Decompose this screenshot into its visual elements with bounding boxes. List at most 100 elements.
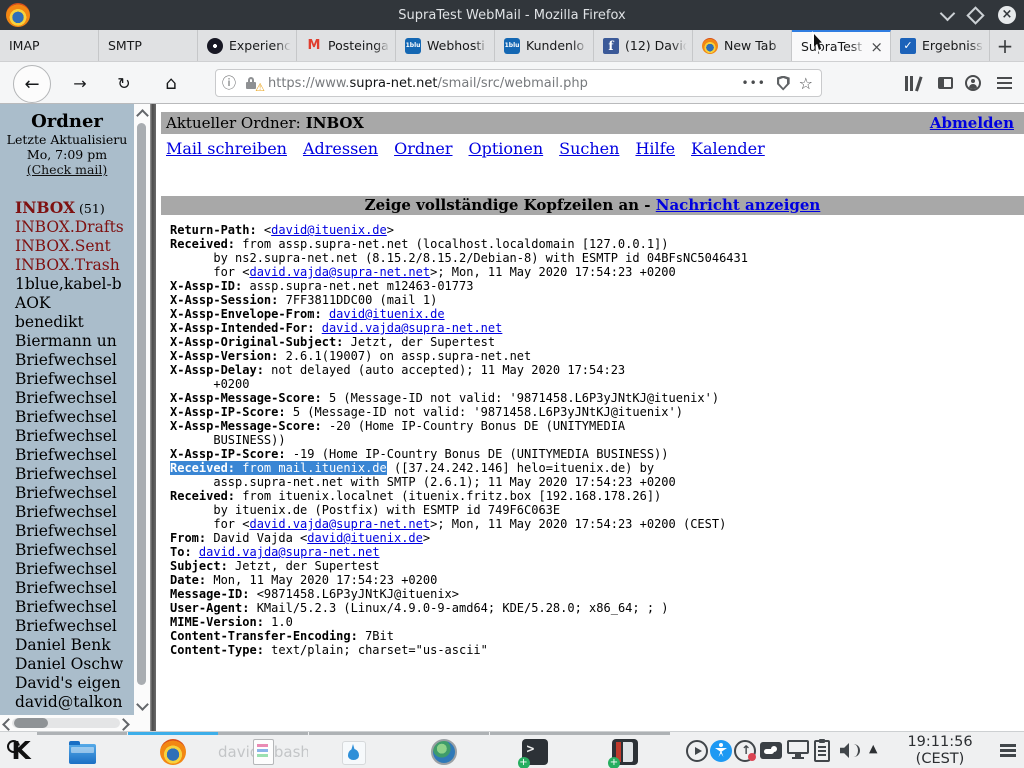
folder-link-biermann-un[interactable]: Biermann un: [15, 332, 134, 351]
task-button-document[interactable]: david : bash: [218, 732, 308, 768]
header-email-link[interactable]: david.vajda@supra-net.net: [249, 265, 430, 279]
folder-link-david-talkon[interactable]: david@talkon: [15, 693, 134, 712]
tab-12-david[interactable]: f(12) David: [594, 30, 693, 61]
forward-button[interactable]: →: [68, 62, 92, 104]
maximize-icon[interactable]: [966, 6, 984, 24]
app-menu-button[interactable]: [990, 62, 1018, 104]
insecure-lock-icon[interactable]: ⚠: [242, 75, 264, 91]
task-button-firefox[interactable]: [128, 732, 218, 768]
horizontal-scroll-thumb[interactable]: [14, 718, 48, 728]
folder-link-benedikt[interactable]: benedikt: [15, 313, 134, 332]
folder-link-briefwechsel[interactable]: Briefwechsel: [15, 579, 134, 598]
header-email-link[interactable]: david.vajda@supra-net.net: [322, 321, 503, 335]
menu-link-mail-schreiben[interactable]: Mail schreiben: [166, 139, 287, 158]
header-email-link[interactable]: david@ituenix.de: [307, 531, 423, 545]
task-button-dolphin[interactable]: [37, 732, 127, 768]
task-button-drop[interactable]: [309, 732, 399, 768]
kde-menu-button[interactable]: K: [6, 735, 36, 765]
home-button[interactable]: ⌂: [158, 62, 184, 104]
clipboard-icon[interactable]: [814, 740, 830, 762]
task-button-terminal[interactable]: +: [490, 732, 580, 768]
tab-smtp[interactable]: SMTP: [99, 30, 198, 61]
folder-link-briefwechsel[interactable]: Briefwechsel: [15, 351, 134, 370]
folder-link-briefwechsel[interactable]: Briefwechsel: [15, 503, 134, 522]
folder-link-daniel-oschw[interactable]: Daniel Oschw: [15, 655, 134, 674]
tab-imap[interactable]: IMAP: [0, 30, 99, 61]
new-tab-button[interactable]: +: [990, 30, 1020, 61]
back-button[interactable]: ←: [13, 65, 51, 103]
tab-posteinga[interactable]: MPosteinga: [297, 30, 396, 61]
header-email-link[interactable]: david.vajda@supra-net.net: [249, 517, 430, 531]
panel-options-icon[interactable]: [1000, 744, 1016, 747]
folder-link-1blue-kabel-b[interactable]: 1blue,kabel-b: [15, 275, 134, 294]
taskbar-clock[interactable]: 19:11:56 (CEST) 11.05.20: [884, 734, 996, 768]
tab-ergebniss[interactable]: ✓Ergebniss: [891, 30, 990, 61]
library-button[interactable]: [900, 62, 926, 104]
menu-link-ordner[interactable]: Ordner: [394, 139, 452, 158]
page-info-icon[interactable]: ⓘ: [216, 73, 242, 93]
folder-link-inbox-sent[interactable]: INBOX.Sent: [15, 237, 134, 256]
vertical-scroll-thumb[interactable]: [137, 123, 146, 685]
volume-icon[interactable]: [839, 740, 861, 762]
folder-link-briefwechsel[interactable]: Briefwechsel: [15, 446, 134, 465]
folder-link-aok[interactable]: AOK: [15, 294, 134, 313]
folder-link-briefwechsel[interactable]: Briefwechsel: [15, 541, 134, 560]
folder-link-inbox[interactable]: INBOX (51): [15, 198, 134, 218]
url-text[interactable]: https://www.supra-net.net/smail/src/webm…: [268, 76, 740, 91]
folder-link-briefwechsel[interactable]: Briefwechsel: [15, 370, 134, 389]
tab-webhosti[interactable]: 1bluWebhosti: [396, 30, 495, 61]
folder-link-briefwechsel[interactable]: Briefwechsel: [15, 427, 134, 446]
menu-link-kalender[interactable]: Kalender: [691, 139, 765, 158]
menu-link-adressen[interactable]: Adressen: [303, 139, 378, 158]
header-text: User-Agent:: [170, 601, 249, 615]
signout-link[interactable]: Abmelden: [930, 114, 1014, 132]
header-email-link[interactable]: david@ituenix.de: [329, 307, 445, 321]
folder-link-briefwechsel[interactable]: Briefwechsel: [15, 484, 134, 503]
last-refresh-time: Mo, 7:09 pm: [0, 147, 134, 162]
close-window-icon[interactable]: ×: [998, 6, 1016, 24]
folder-link-briefwechsel[interactable]: Briefwechsel: [15, 408, 134, 427]
minimize-icon[interactable]: [940, 5, 956, 21]
folder-link-inbox-trash[interactable]: INBOX.Trash: [15, 256, 134, 275]
menu-link-hilfe[interactable]: Hilfe: [635, 139, 675, 158]
folder-link-briefwechsel[interactable]: Briefwechsel: [15, 389, 134, 408]
network-monitor-icon[interactable]: [787, 740, 809, 754]
sidebar-toggle-button[interactable]: [932, 62, 958, 104]
display-cloud-icon[interactable]: [760, 742, 782, 759]
horizontal-scroll-track[interactable]: [12, 718, 120, 728]
folder-link-briefwechsel[interactable]: Briefwechsel: [15, 617, 134, 636]
header-email-link[interactable]: david@ituenix.de: [271, 223, 387, 237]
updates-icon[interactable]: [734, 740, 756, 762]
view-message-link[interactable]: Nachricht anzeigen: [656, 196, 821, 214]
task-button-globe[interactable]: [399, 732, 489, 768]
folder-link-briefwechsel[interactable]: Briefwechsel: [15, 522, 134, 541]
bookmark-star-icon[interactable]: ☆: [799, 74, 813, 93]
folder-link-briefwechsel[interactable]: Briefwechsel: [15, 598, 134, 617]
folder-link-daniel-benk[interactable]: Daniel Benk: [15, 636, 134, 655]
sidebar-horizontal-scrollbar[interactable]: [0, 715, 150, 731]
tab-experienc[interactable]: Experienc: [198, 30, 297, 61]
folder-link-briefwechsel[interactable]: Briefwechsel: [15, 465, 134, 484]
tab-supratest[interactable]: SupraTest×: [792, 30, 891, 61]
account-button[interactable]: [960, 62, 986, 104]
menu-link-optionen[interactable]: Optionen: [469, 139, 544, 158]
menu-link-suchen[interactable]: Suchen: [559, 139, 619, 158]
tab-kundenlo[interactable]: 1bluKundenlo: [495, 30, 594, 61]
url-bar[interactable]: ⓘ ⚠ https://www.supra-net.net/smail/src/…: [215, 69, 822, 97]
folder-link-inbox-drafts[interactable]: INBOX.Drafts: [15, 218, 134, 237]
header-email-link[interactable]: david.vajda@supra-net.net: [199, 545, 380, 559]
accessibility-icon[interactable]: [710, 740, 732, 762]
tracking-protection-icon[interactable]: [777, 76, 790, 91]
reload-button[interactable]: ↻: [112, 62, 136, 104]
page-actions-icon[interactable]: •••: [740, 76, 768, 90]
folder-link-briefwechsel[interactable]: Briefwechsel: [15, 560, 134, 579]
scroll-down-icon[interactable]: [136, 698, 149, 711]
task-button-editor[interactable]: +: [580, 732, 670, 768]
tab-new-tab[interactable]: New Tab: [693, 30, 792, 61]
media-play-icon[interactable]: [686, 740, 708, 762]
scroll-up-icon[interactable]: [136, 109, 149, 122]
folder-link-david-s-eigen[interactable]: David's eigen: [15, 674, 134, 693]
sidebar-vertical-scrollbar[interactable]: [134, 104, 150, 715]
check-mail-link[interactable]: (Check mail): [0, 162, 134, 177]
tab-close-icon[interactable]: ×: [867, 38, 886, 56]
